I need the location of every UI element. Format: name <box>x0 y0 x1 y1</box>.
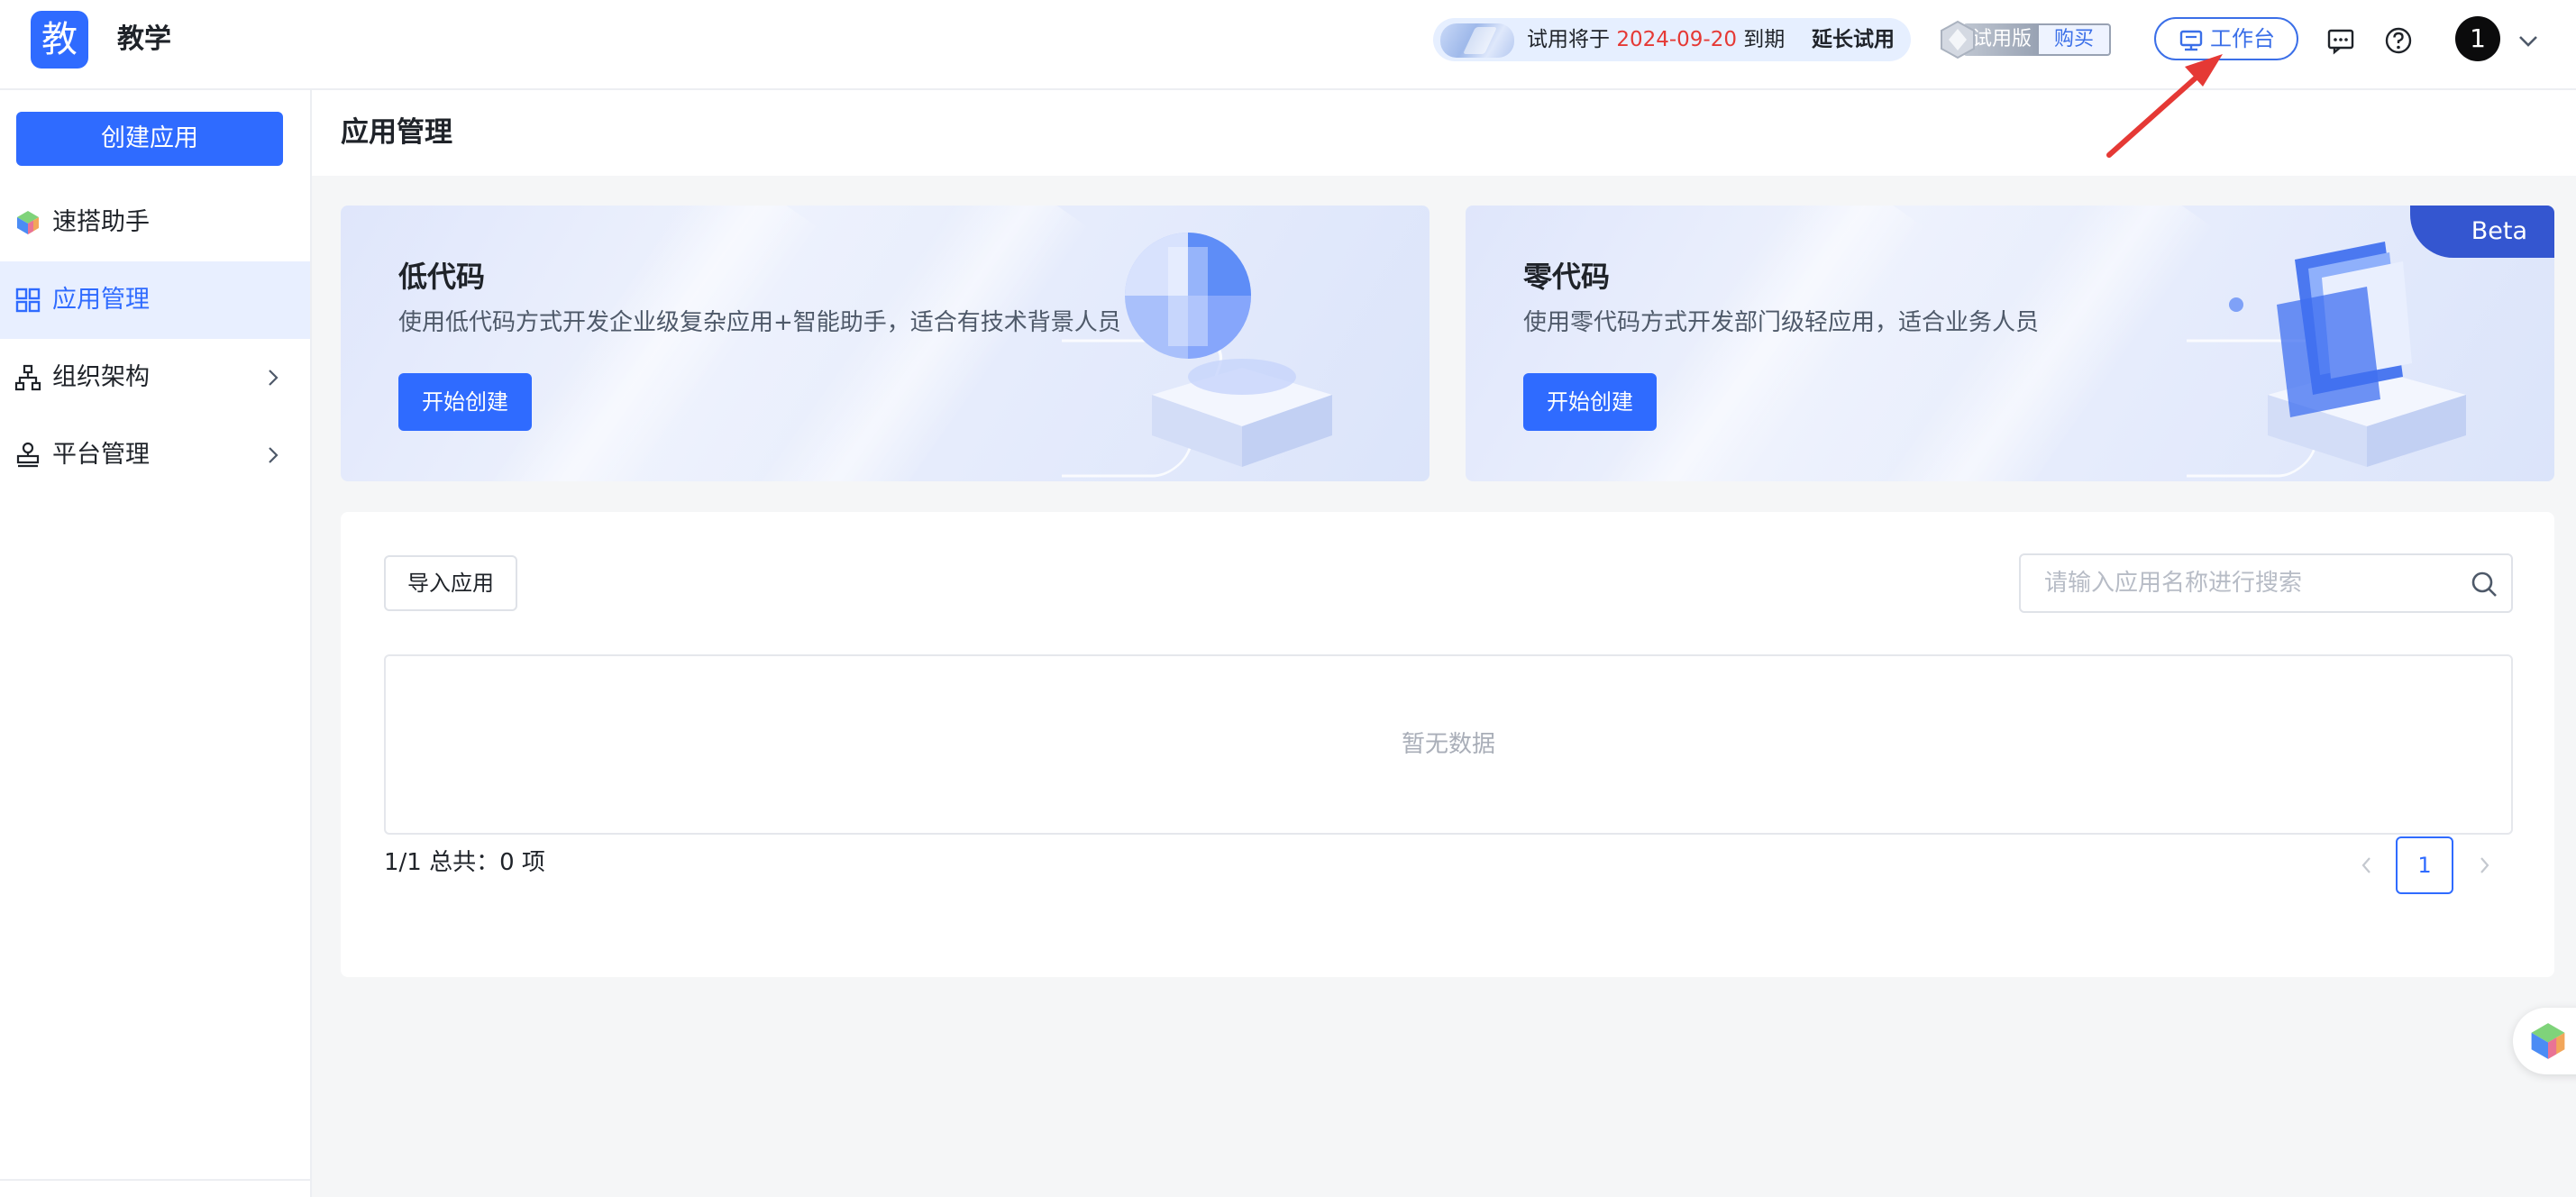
card-title: 低代码 <box>398 260 486 294</box>
sidebar-item-label: 速搭助手 <box>52 208 150 236</box>
org-chart-icon <box>14 364 41 391</box>
next-page-icon[interactable] <box>2473 854 2495 876</box>
chevron-right-icon <box>269 370 279 386</box>
stamp-icon <box>16 442 40 468</box>
card-title: 零代码 <box>1523 260 1611 294</box>
start-create-zero-code-button[interactable]: 开始创建 <box>1523 373 1657 431</box>
workbench-button[interactable]: 工作台 <box>2154 17 2298 60</box>
cube-logo-icon <box>17 211 39 234</box>
search-input[interactable] <box>2021 555 2453 611</box>
monitor-icon <box>2179 30 2203 51</box>
globe-platform-illustration <box>1062 233 1332 478</box>
empty-state-text: 暂无数据 <box>1401 731 1495 758</box>
sidebar: 创建应用 速搭助手 应用管理 组织架构 平台管理 <box>0 90 312 1197</box>
sidebar-item-label: 平台管理 <box>52 441 150 469</box>
trial-decoration <box>1440 23 1514 58</box>
sidebar-item-platform[interactable]: 平台管理 <box>0 416 310 494</box>
message-icon[interactable] <box>2325 25 2356 56</box>
top-bar: 教 教学 试用将于 2024-09-20 到期 延长试用 试用版 购买 工作台 … <box>0 0 2576 90</box>
create-app-button[interactable]: 创建应用 <box>16 112 283 166</box>
card-description: 使用低代码方式开发企业级复杂应用+智能助手，适合有技术背景人员 <box>398 309 1121 336</box>
grid-icon <box>15 288 41 313</box>
help-icon[interactable] <box>2383 25 2414 56</box>
sidebar-item-assistant[interactable]: 速搭助手 <box>0 184 310 261</box>
floating-assistant-button[interactable] <box>2513 1008 2576 1074</box>
extend-trial-link[interactable]: 延长试用 <box>1812 18 1895 61</box>
version-group: 试用版 购买 <box>1938 20 2136 59</box>
search-box <box>2019 553 2513 613</box>
avatar[interactable]: 1 <box>2455 16 2500 61</box>
cube-logo-icon <box>2531 1023 2565 1059</box>
zero-code-card: 零代码 使用零代码方式开发部门级轻应用，适合业务人员 开始创建 Beta <box>1466 206 2554 481</box>
pagination-summary: 1/1 总共：0 项 <box>384 849 545 876</box>
app-table: 暂无数据 <box>384 654 2513 835</box>
previous-page-icon[interactable] <box>2356 854 2378 876</box>
sidebar-item-label: 应用管理 <box>52 286 150 314</box>
chevron-down-icon[interactable] <box>2515 27 2542 54</box>
app-root: 教 教学 试用将于 2024-09-20 到期 延长试用 试用版 购买 工作台 … <box>0 0 2576 1197</box>
sidebar-divider <box>0 1179 310 1181</box>
page-title: 应用管理 <box>341 116 452 149</box>
search-icon[interactable] <box>2470 570 2498 598</box>
card-decoration <box>1564 206 1926 481</box>
page-header: 应用管理 <box>312 90 2576 176</box>
start-create-low-code-button[interactable]: 开始创建 <box>398 373 532 431</box>
page-number-button[interactable]: 1 <box>2396 836 2453 894</box>
trial-banner: 试用将于 2024-09-20 到期 延长试用 <box>1433 18 1911 61</box>
gem-icon <box>1941 20 1975 59</box>
sidebar-item-organization[interactable]: 组织架构 <box>0 339 310 416</box>
beta-badge: Beta <box>2410 206 2554 258</box>
trial-notice: 试用将于 2024-09-20 到期 <box>1527 18 1785 61</box>
trial-suffix: 到期 <box>1743 28 1786 51</box>
trial-expiry-date: 2024-09-20 <box>1616 28 1737 51</box>
app-list-panel: 导入应用 暂无数据 1/1 总共：0 项 1 <box>341 512 2554 977</box>
workbench-label: 工作台 <box>2210 26 2275 51</box>
app-name: 教学 <box>117 23 171 55</box>
app-logo[interactable]: 教 <box>31 11 88 69</box>
buy-button[interactable]: 购买 <box>2039 23 2111 56</box>
sidebar-item-label: 组织架构 <box>52 363 150 391</box>
low-code-card: 低代码 使用低代码方式开发企业级复杂应用+智能助手，适合有技术背景人员 开始创建 <box>341 206 1430 481</box>
card-decoration <box>457 206 819 481</box>
import-app-button[interactable]: 导入应用 <box>384 555 517 611</box>
card-description: 使用零代码方式开发部门级轻应用，适合业务人员 <box>1523 309 2040 336</box>
trial-prefix: 试用将于 <box>1527 28 1610 51</box>
sidebar-item-app-management[interactable]: 应用管理 <box>0 261 310 339</box>
chevron-right-icon <box>269 447 279 463</box>
